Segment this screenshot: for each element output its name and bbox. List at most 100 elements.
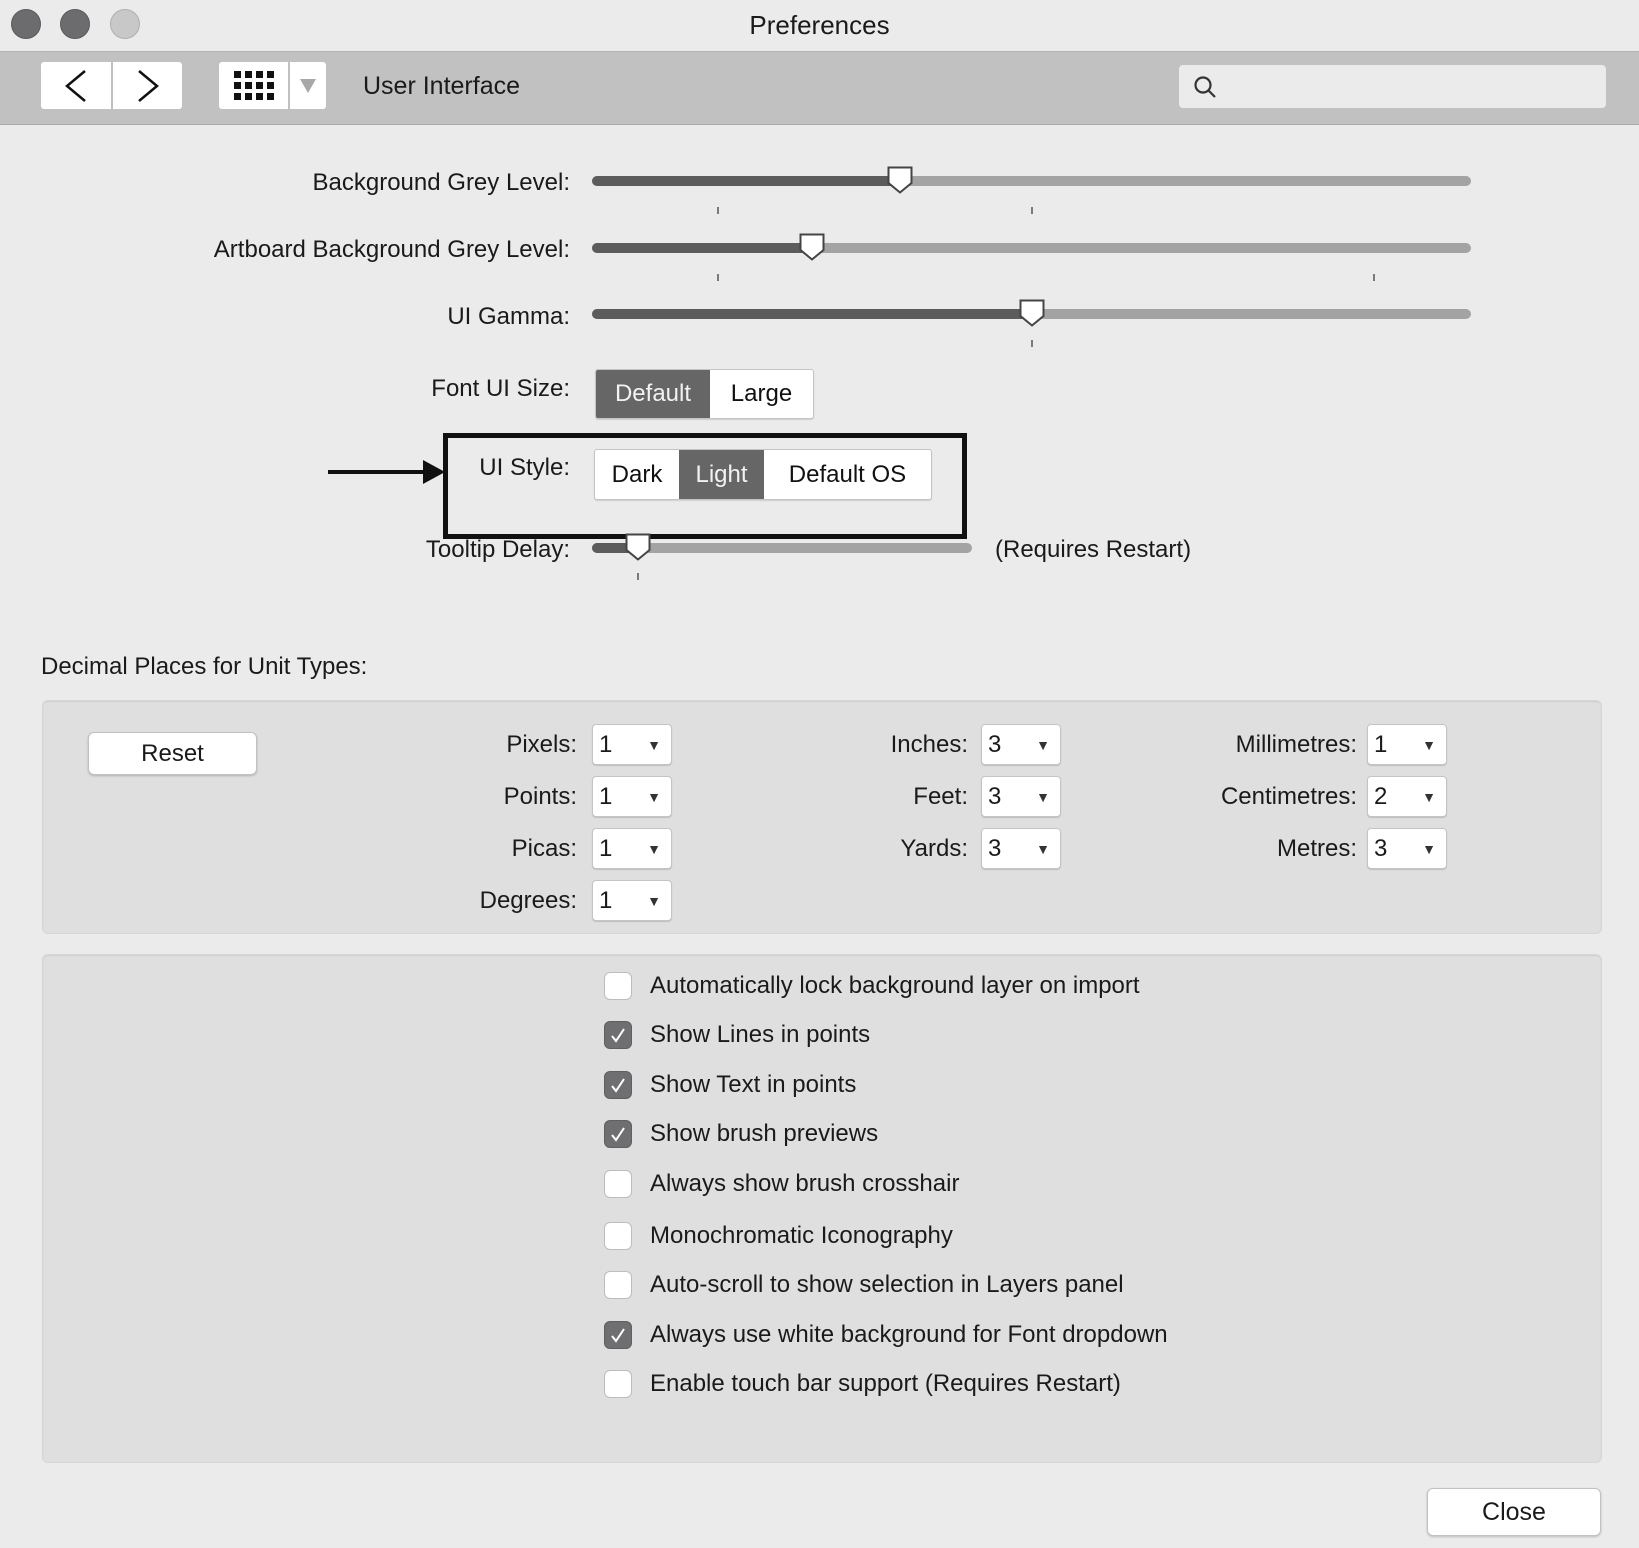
forward-button[interactable] (113, 62, 182, 109)
option-label: Auto-scroll to show selection in Layers … (650, 1271, 1124, 1298)
option-row[interactable]: Always use white background for Font dro… (604, 1319, 1168, 1351)
checkbox[interactable] (604, 1120, 632, 1148)
checkmark-icon (611, 1127, 625, 1142)
option-label: Enable touch bar support (Requires Resta… (650, 1370, 1121, 1397)
annotation-arrow-icon (328, 460, 445, 484)
option-row[interactable]: Auto-scroll to show selection in Layers … (604, 1269, 1124, 1301)
search-field[interactable] (1179, 65, 1606, 108)
reset-button[interactable]: Reset (88, 732, 257, 775)
toolbar: User Interface (0, 51, 1639, 125)
select-value: 1 (1374, 731, 1388, 758)
dropdown-caret-icon: ▼ (647, 737, 661, 753)
show-all-grid-button[interactable] (219, 62, 288, 109)
checkbox[interactable] (604, 1071, 632, 1099)
checkbox[interactable] (604, 1370, 632, 1398)
slider-fill (592, 243, 812, 253)
picas-select[interactable]: 1 ▼ (592, 828, 672, 869)
dropdown-caret-icon: ▼ (1422, 841, 1436, 857)
option-row[interactable]: Show Lines in points (604, 1019, 870, 1051)
option-label: Show Lines in points (650, 1021, 871, 1048)
checkbox[interactable] (604, 1021, 632, 1049)
select-value: 3 (988, 783, 1002, 810)
select-value: 1 (599, 835, 613, 862)
degrees-select[interactable]: 1 ▼ (592, 880, 672, 921)
artboard-grey-slider[interactable] (592, 233, 1471, 261)
slider-thumb[interactable] (887, 166, 913, 194)
ui-style-segmented: Dark Light Default OS (594, 449, 932, 500)
select-value: 2 (1374, 783, 1388, 810)
dropdown-caret-icon: ▼ (647, 893, 661, 909)
points-label: Points: (503, 783, 577, 810)
millimetres-label: Millimetres: (1235, 731, 1357, 758)
tooltip-delay-label: Tooltip Delay: (425, 536, 570, 563)
picas-label: Picas: (511, 835, 577, 862)
feet-select[interactable]: 3 ▼ (981, 776, 1061, 817)
slider-thumb[interactable] (1019, 299, 1045, 327)
option-row[interactable]: Show Text in points (604, 1069, 856, 1101)
font-size-default-option[interactable]: Default (596, 370, 710, 418)
pixels-label: Pixels: (506, 731, 577, 758)
dropdown-caret-icon: ▼ (1422, 789, 1436, 805)
checkmark-icon (611, 1078, 625, 1093)
font-size-large-option[interactable]: Large (710, 370, 813, 418)
checkbox[interactable] (604, 972, 632, 1000)
slider-tick (1373, 274, 1375, 281)
slider-fill (592, 176, 900, 186)
close-button[interactable]: Close (1427, 1488, 1601, 1536)
title-bar: Preferences (0, 0, 1639, 51)
option-row[interactable]: Always show brush crosshair (604, 1168, 959, 1200)
dropdown-caret-icon: ▼ (647, 789, 661, 805)
option-label: Always use white background for Font dro… (650, 1321, 1168, 1348)
select-value: 3 (1374, 835, 1388, 862)
checkbox[interactable] (604, 1271, 632, 1299)
slider-thumb[interactable] (625, 533, 651, 561)
option-row[interactable]: Automatically lock background layer on i… (604, 970, 1140, 1002)
slider-tick (717, 207, 719, 214)
decimal-places-header: Decimal Places for Unit Types: (41, 653, 368, 680)
grid-dropdown-button[interactable] (290, 62, 326, 109)
centimetres-select[interactable]: 2 ▼ (1367, 776, 1447, 817)
window-title: Preferences (749, 10, 890, 40)
requires-restart-note: (Requires Restart) (995, 536, 1192, 563)
points-select[interactable]: 1 ▼ (592, 776, 672, 817)
ui-gamma-label: UI Gamma: (447, 303, 570, 330)
slider-tick (717, 274, 719, 281)
option-row[interactable]: Monochromatic Iconography (604, 1220, 953, 1252)
ui-style-default-os-option[interactable]: Default OS (764, 450, 931, 499)
option-row[interactable]: Show brush previews (604, 1118, 878, 1150)
slider-tick (637, 573, 639, 580)
metres-select[interactable]: 3 ▼ (1367, 828, 1447, 869)
dropdown-caret-icon: ▼ (1036, 841, 1050, 857)
ui-style-dark-option[interactable]: Dark (595, 450, 679, 499)
checkbox[interactable] (604, 1222, 632, 1250)
font-ui-size-label: Font UI Size: (431, 375, 570, 402)
option-row[interactable]: Enable touch bar support (Requires Resta… (604, 1368, 1121, 1400)
artboard-grey-label: Artboard Background Grey Level: (213, 236, 570, 263)
ui-style-light-option[interactable]: Light (679, 450, 764, 499)
metres-label: Metres: (1276, 835, 1357, 862)
ui-gamma-slider[interactable] (592, 299, 1471, 327)
inches-select[interactable]: 3 ▼ (981, 724, 1061, 765)
chevron-right-icon (137, 69, 159, 102)
background-grey-slider[interactable] (592, 166, 1471, 194)
yards-label: Yards: (900, 835, 968, 862)
ui-style-label: UI Style: (479, 454, 570, 481)
option-label: Monochromatic Iconography (650, 1222, 953, 1249)
dropdown-caret-icon: ▼ (1422, 737, 1436, 753)
degrees-label: Degrees: (479, 887, 577, 914)
option-label: Show brush previews (650, 1120, 879, 1147)
chevron-left-icon (65, 69, 86, 102)
checkbox[interactable] (604, 1321, 632, 1349)
tooltip-delay-slider[interactable] (592, 533, 972, 561)
millimetres-select[interactable]: 1 ▼ (1367, 724, 1447, 765)
yards-select[interactable]: 3 ▼ (981, 828, 1061, 869)
checkbox[interactable] (604, 1170, 632, 1198)
slider-thumb[interactable] (799, 233, 825, 261)
dropdown-caret-icon: ▼ (1036, 737, 1050, 753)
pixels-select[interactable]: 1 ▼ (592, 724, 672, 765)
select-value: 1 (599, 887, 613, 914)
font-ui-size-segmented: Default Large (595, 369, 814, 419)
back-button[interactable] (41, 62, 111, 109)
select-value: 3 (988, 835, 1002, 862)
checkmark-icon (611, 1328, 625, 1343)
